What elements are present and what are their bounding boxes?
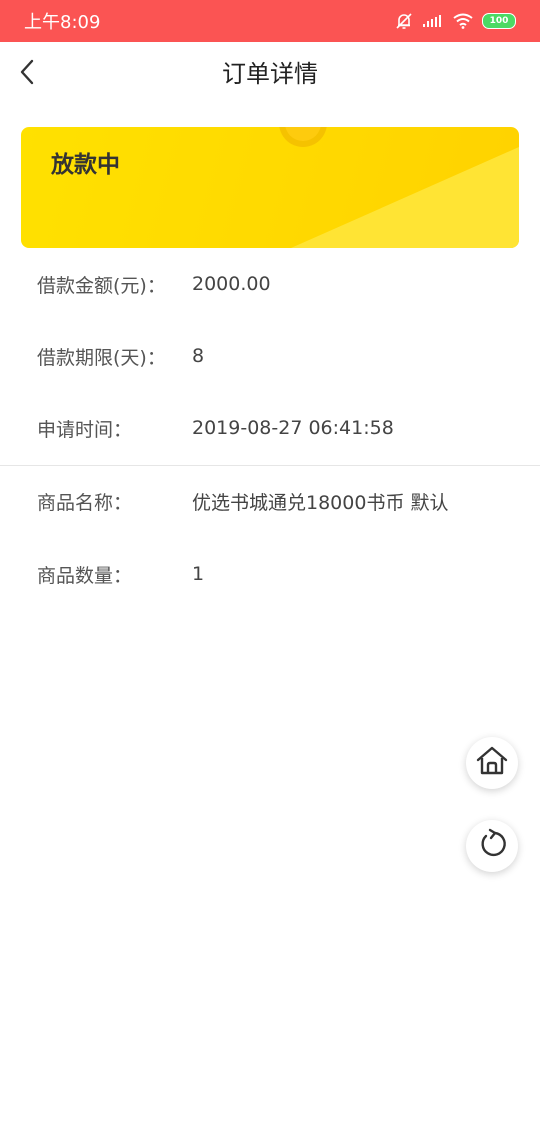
refresh-button[interactable]: [466, 820, 518, 872]
home-icon: [475, 746, 509, 780]
info-row-apply-time: 申请时间： 2019-08-27 06:41:58: [0, 408, 540, 448]
loan-amount-label: 借款金额(元)：: [37, 274, 166, 297]
apply-time-label: 申请时间：: [37, 418, 133, 441]
order-status-text: 放款中: [51, 152, 120, 178]
info-row-product-name: 商品名称： 优选书城通兑18000书币 默认: [0, 481, 540, 521]
battery-icon: 100: [482, 13, 516, 29]
loan-term-label: 借款期限(天)：: [37, 346, 166, 369]
loan-amount-value: 2000.00: [192, 273, 271, 295]
home-button[interactable]: [466, 737, 518, 789]
product-name-value: 优选书城通兑18000书币 默认: [192, 491, 449, 514]
order-status-card: 放款中: [21, 127, 519, 248]
info-row-loan-term: 借款期限(天)： 8: [0, 336, 540, 376]
mute-bell-icon: [395, 12, 413, 30]
product-quantity-value: 1: [192, 563, 205, 585]
apply-time-value: 2019-08-27 06:41:58: [192, 417, 394, 439]
product-quantity-label: 商品数量：: [37, 564, 133, 587]
section-divider: [0, 465, 540, 466]
wifi-icon: [453, 13, 473, 29]
nav-bar: 订单详情: [0, 42, 540, 106]
info-row-product-quantity: 商品数量： 1: [0, 554, 540, 594]
status-time: 上午8:09: [24, 12, 101, 33]
status-icons: 100: [395, 12, 516, 30]
refresh-icon: [476, 828, 508, 864]
product-name-label: 商品名称：: [37, 491, 133, 514]
page-title: 订单详情: [222, 60, 318, 88]
info-row-loan-amount: 借款金额(元)： 2000.00: [0, 264, 540, 304]
status-bar: 上午8:09 100: [0, 0, 540, 42]
loan-term-value: 8: [192, 345, 205, 367]
signal-icon: [422, 13, 444, 29]
